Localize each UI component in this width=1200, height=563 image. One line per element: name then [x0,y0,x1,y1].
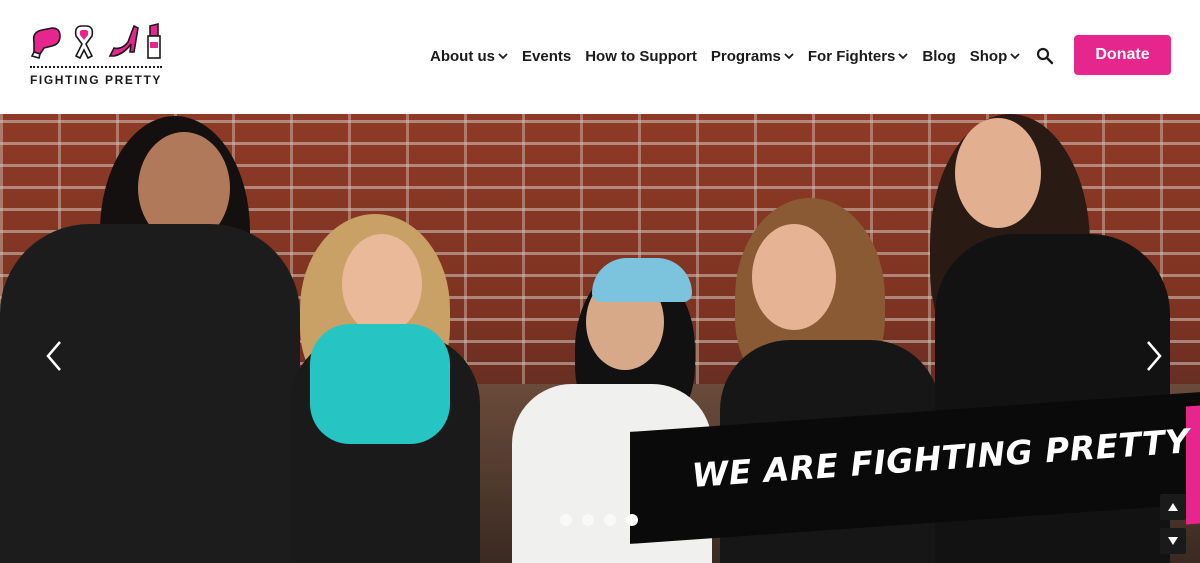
nav-item-events[interactable]: Events [522,48,571,65]
nav-item-shop[interactable]: Shop [970,48,1021,65]
slider-dots [560,514,648,526]
search-icon[interactable] [1036,47,1054,65]
chevron-down-icon [784,53,794,60]
slider-dot[interactable] [604,514,616,526]
nav-item-label: Blog [922,47,956,65]
nav-item-for-fighters[interactable]: For Fighters [808,48,909,65]
nav-item-label: Shop [969,47,1008,65]
slider-dot[interactable] [582,514,594,526]
logo-divider [30,66,162,68]
nav-item-label: Programs [710,47,781,65]
nav-item-label: For Fighters [807,47,896,65]
boxing-glove-icon [30,27,61,59]
lipstick-icon [147,22,161,59]
arrow-up-icon [1168,503,1178,511]
logo-wordmark: FIGHTING PRETTY [30,73,162,87]
scroll-down-button[interactable] [1160,528,1186,554]
main-nav: About us Events How to Support Programs … [430,44,1054,68]
nav-item-how-to-support[interactable]: How to Support [585,48,697,65]
nav-item-label: About us [430,47,495,65]
chevron-down-icon [1010,53,1020,60]
nav-item-blog[interactable]: Blog [922,48,955,65]
hero-slider: WE ARE FIGHTING PRETTY [0,114,1200,563]
chevron-right-icon[interactable] [1142,338,1166,374]
nav-item-label: Events [522,47,572,65]
chevron-down-icon [498,53,508,60]
logo-icons [30,22,161,60]
chevron-left-icon[interactable] [42,338,66,374]
nav-item-about-us[interactable]: About us [430,48,508,65]
nav-item-programs[interactable]: Programs [711,48,794,65]
site-logo[interactable]: FIGHTING PRETTY [30,22,164,90]
scroll-up-button[interactable] [1160,494,1186,520]
donate-button[interactable]: Donate [1074,35,1171,75]
slider-dot-active[interactable] [626,514,638,526]
ribbon-icon [74,25,94,60]
nav-item-label: How to Support [585,47,697,65]
high-heel-icon [108,24,139,57]
arrow-down-icon [1168,537,1178,545]
chevron-down-icon [898,53,909,60]
hero-banner: WE ARE FIGHTING PRETTY [630,392,1200,556]
slider-dot[interactable] [560,514,572,526]
site-header: FIGHTING PRETTY About us Events How to S… [0,0,1200,114]
